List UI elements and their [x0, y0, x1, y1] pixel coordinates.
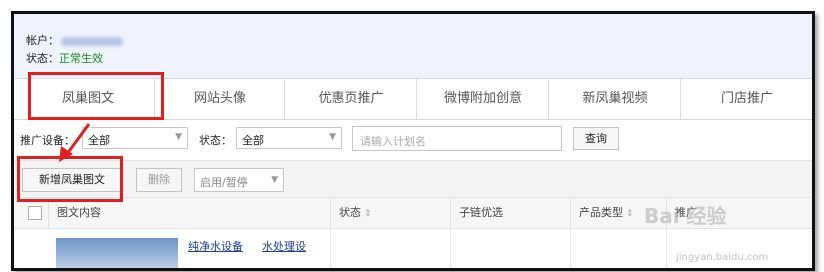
column-header-content: 图文内容: [48, 198, 330, 228]
status-value: 正常生效: [59, 52, 103, 65]
red-arrow-icon: [59, 123, 91, 162]
tab-store[interactable]: 门店推广: [680, 79, 812, 119]
column-divider: [330, 229, 331, 268]
thumbnail-image: [56, 238, 178, 268]
watermark-url: jingyan.baidu.com: [676, 252, 769, 263]
chevron-down-icon: ▼: [175, 132, 182, 142]
column-divider: [666, 229, 667, 268]
screenshot-frame: 帐户： 状态：正常生效 凤巢图文 网站头像 优惠页推广 微博附加创意 新凤巢视频…: [11, 11, 815, 271]
account-name-blurred: [61, 36, 123, 46]
sort-icon: ⇕: [623, 209, 634, 219]
column-header-status-label: 状态: [339, 206, 361, 219]
column-header-sublink: 子链优选: [450, 198, 570, 228]
chevron-down-icon: ▼: [329, 132, 336, 142]
sort-icon: ⇕: [361, 209, 372, 219]
tab-label: 新凤巢视频: [582, 91, 648, 106]
status-filter-label: 状态：: [199, 134, 232, 147]
plan-name-input[interactable]: 请输入计划名: [352, 126, 562, 151]
status-label: 状态：: [26, 52, 59, 65]
account-panel: 帐户： 状态：正常生效: [14, 14, 812, 79]
tab-video[interactable]: 新凤巢视频: [548, 79, 681, 119]
item-link-water-equipment[interactable]: 纯净水设备: [188, 238, 243, 254]
select-all-checkbox[interactable]: [28, 206, 42, 220]
account-label: 帐户：: [26, 34, 59, 47]
tab-discount-page[interactable]: 优惠页推广: [284, 79, 417, 119]
action-toolbar: 新增凤巢图文 删除 启用/暂停 ▼: [14, 160, 812, 198]
column-header-product-type-label: 产品类型: [579, 206, 623, 219]
query-button[interactable]: 查询: [573, 127, 619, 150]
filter-bar: 推广设备： 全部 ▼ 状态： 全部 ▼ 请输入计划名 查询: [14, 124, 812, 156]
tab-label: 微博附加创意: [443, 91, 522, 106]
tab-label: 网站头像: [193, 91, 246, 106]
status-select-value: 全部: [242, 134, 264, 147]
highlight-box-tab: [28, 72, 164, 120]
tab-weibo-creative[interactable]: 微博附加创意: [416, 79, 549, 119]
enable-pause-select[interactable]: 启用/暂停 ▼: [194, 168, 284, 192]
status-select[interactable]: 全部 ▼: [236, 127, 342, 149]
tab-label: 门店推广: [720, 91, 773, 106]
device-select[interactable]: 全部 ▼: [82, 127, 188, 149]
item-link-water-treatment[interactable]: 水处理设: [262, 238, 306, 254]
column-divider: [450, 229, 451, 268]
status-row: 状态：正常生效: [26, 50, 103, 66]
chevron-down-icon: ▼: [271, 175, 278, 185]
enable-pause-value: 启用/暂停: [200, 176, 248, 189]
table-row: 纯净水设备 水处理设: [14, 229, 812, 268]
tab-site-avatar[interactable]: 网站头像: [154, 79, 285, 119]
account-row: 帐户：: [26, 32, 123, 48]
watermark-logo: Bai 经验: [644, 204, 727, 228]
tab-label: 优惠页推广: [318, 91, 384, 106]
plan-name-placeholder: 请输入计划名: [360, 135, 426, 148]
column-header-status[interactable]: 状态 ⇕: [330, 198, 450, 228]
delete-button[interactable]: 删除: [136, 168, 182, 192]
column-divider: [570, 229, 571, 268]
